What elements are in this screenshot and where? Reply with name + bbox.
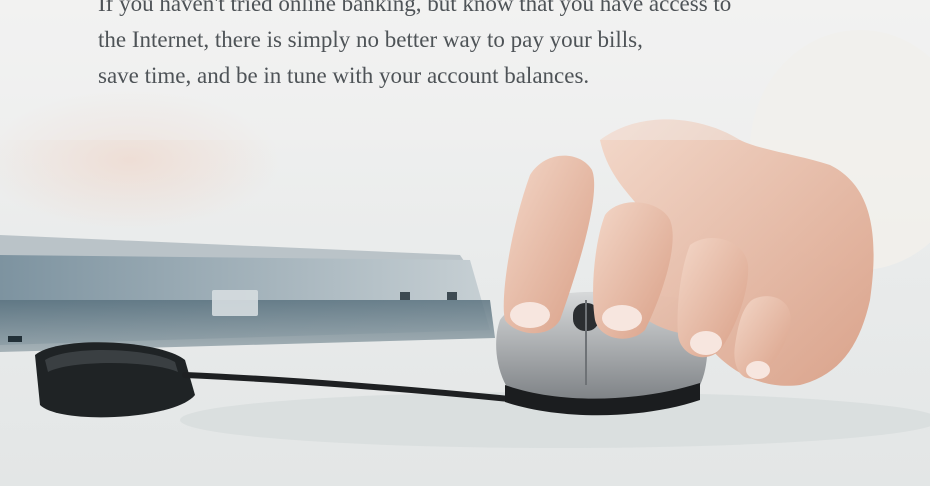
intro-line-2: the Internet, there is simply no better … bbox=[98, 27, 643, 52]
intro-line-3: save time, and be in tune with your acco… bbox=[98, 63, 590, 88]
intro-line-1: If you haven't tried online banking, but… bbox=[98, 0, 732, 16]
intro-paragraph: If you haven't tried online banking, but… bbox=[98, 0, 888, 94]
